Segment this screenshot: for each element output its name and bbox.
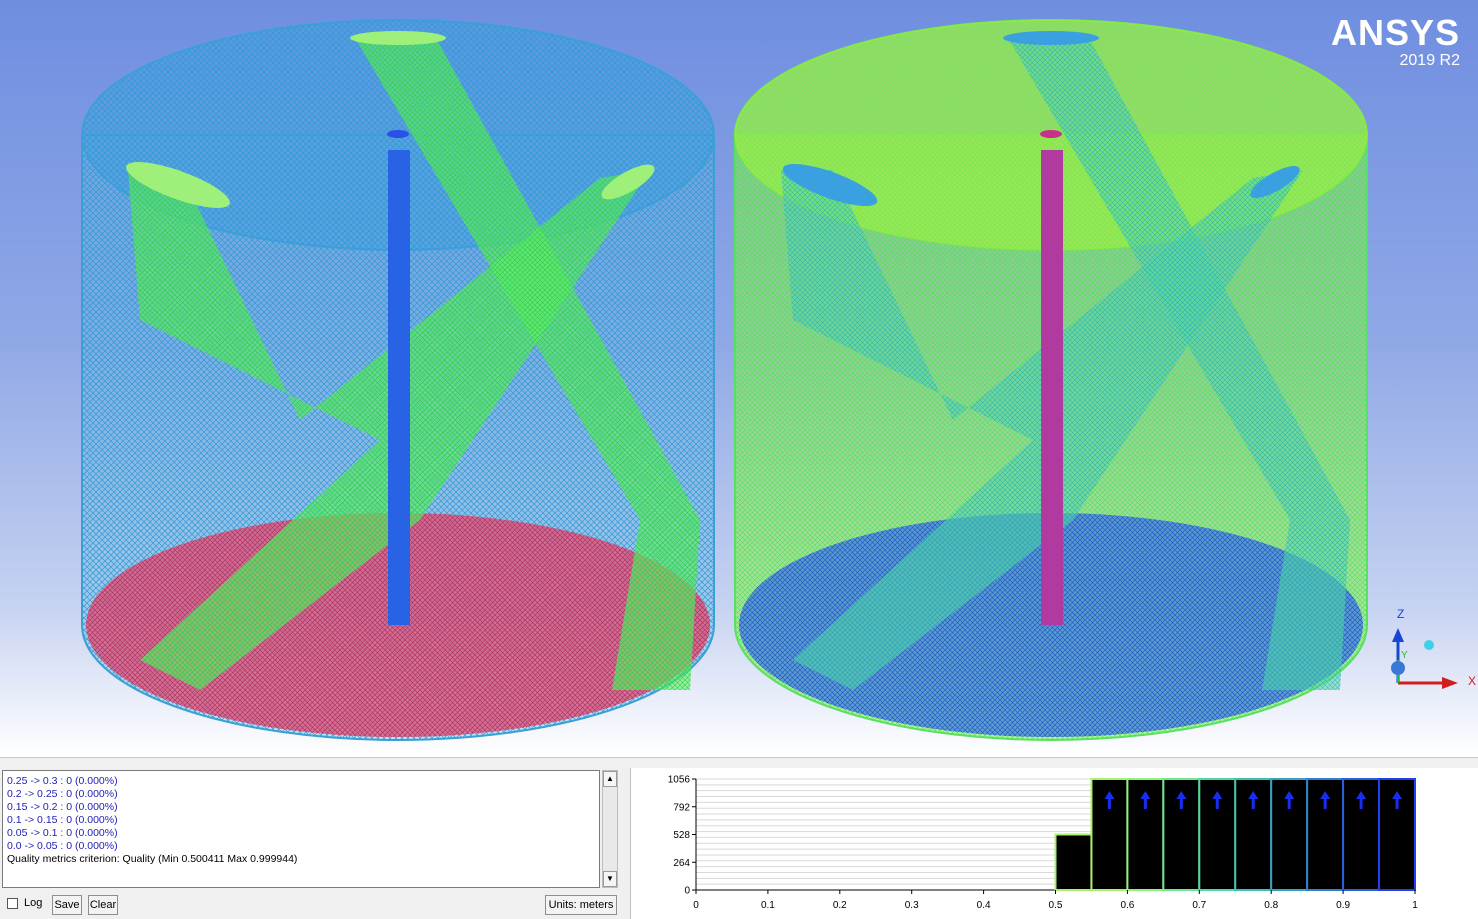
log-checkbox-label: Log: [24, 897, 43, 909]
console-scrollbar[interactable]: ▲ ▼: [602, 770, 618, 888]
x-tick-label: 0.9: [1336, 900, 1350, 911]
x-tick-label: 0.5: [1049, 900, 1063, 911]
y-tick-label: 528: [673, 830, 690, 841]
axis-y-label: Y: [1401, 650, 1408, 661]
log-checkbox[interactable]: [7, 898, 18, 909]
y-tick-label: 792: [673, 802, 690, 813]
histogram-bar: [1054, 833, 1093, 891]
axis-x-label: X: [1468, 674, 1476, 688]
quality-histogram: 0 264 528 792 1056 0 0.1 0.2 0.3 0.4 0.5 0.6 0.7 0.8 0…: [668, 775, 1418, 912]
x-tick-label: 0.6: [1120, 900, 1134, 911]
graphics-viewport[interactable]: Z Y X ANSYS 2019 R2: [0, 0, 1478, 757]
console-panel: 0.25 -> 0.3 : 0 (0.000%) 0.2 -> 0.25 : 0…: [0, 768, 622, 919]
clear-button[interactable]: Clear: [88, 895, 118, 915]
y-tick-label: 0: [684, 886, 690, 897]
x-tick-label: 0.1: [761, 900, 775, 911]
ansys-logo: ANSYS 2019 R2: [1331, 14, 1460, 70]
console-line: 0.1 -> 0.15 : 0 (0.000%): [7, 814, 118, 826]
x-tick-label: 0.2: [833, 900, 847, 911]
brand-name: ANSYS: [1330, 12, 1460, 53]
console-toolbar: Log Save Clear Units: meters: [0, 892, 622, 918]
x-tick-label: 1: [1412, 900, 1418, 911]
y-tick-label: 1056: [668, 775, 691, 786]
console-line: 0.05 -> 0.1 : 0 (0.000%): [7, 827, 118, 839]
x-tick-label: 0.3: [905, 900, 919, 911]
x-tick-label: 0.4: [977, 900, 991, 911]
console-text-area[interactable]: 0.25 -> 0.3 : 0 (0.000%) 0.2 -> 0.25 : 0…: [2, 770, 600, 888]
brand-version: 2019 R2: [1399, 52, 1461, 69]
mesh-graphics: Z Y X: [81, 19, 1476, 741]
x-tick-label: 0.7: [1192, 900, 1206, 911]
y-tick-label: 264: [673, 858, 690, 869]
histogram-bars: [1054, 778, 1416, 891]
left-mesh-cylinder: [81, 19, 715, 741]
axis-z-label: Z: [1397, 607, 1404, 621]
console-line: 0.2 -> 0.25 : 0 (0.000%): [7, 788, 118, 800]
x-tick-label: 0.8: [1264, 900, 1278, 911]
quality-criterion-line: Quality metrics criterion: Quality (Min …: [7, 853, 298, 865]
right-mesh-cylinder: [734, 19, 1368, 741]
save-button[interactable]: Save: [52, 895, 82, 915]
x-tick-label: 0: [693, 900, 699, 911]
quality-histogram-panel: 0 264 528 792 1056 0 0.1 0.2 0.3 0.4 0.5 0.6 0.7 0.8 0…: [630, 768, 1478, 919]
axes-triad[interactable]: Z Y X: [1391, 607, 1476, 689]
scroll-up-arrow-icon[interactable]: ▲: [603, 771, 617, 787]
console-line: 0.25 -> 0.3 : 0 (0.000%): [7, 775, 118, 787]
units-button[interactable]: Units: meters: [545, 895, 617, 915]
scroll-down-arrow-icon[interactable]: ▼: [603, 871, 617, 887]
console-line: 0.15 -> 0.2 : 0 (0.000%): [7, 801, 118, 813]
panel-splitter[interactable]: [0, 757, 1478, 768]
console-line: 0.0 -> 0.05 : 0 (0.000%): [7, 840, 118, 852]
